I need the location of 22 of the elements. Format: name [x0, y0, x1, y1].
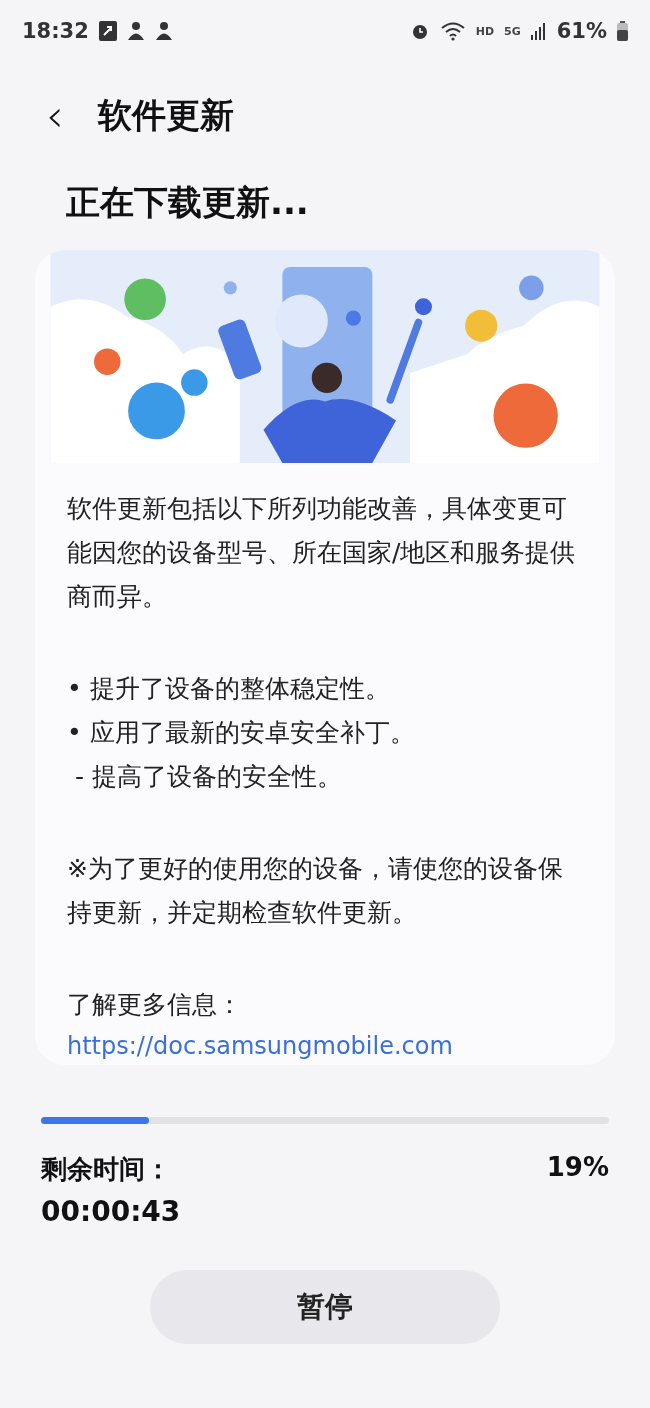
- network-label: HD: [475, 24, 495, 38]
- release-notes-text: 了解更多信息：: [67, 989, 243, 1021]
- release-notes-text: • 提升了设备的整体稳定性。 • 应用了最新的安卓安全补丁。 - 提高了设备的安全性。: [67, 673, 416, 793]
- remaining-label: 剩余时间：: [41, 1153, 171, 1186]
- network-label: 5G: [504, 24, 521, 38]
- status-time: 18:32: [22, 19, 89, 43]
- wifi-icon: [439, 21, 466, 41]
- battery-percent: 61%: [556, 19, 607, 43]
- back-button[interactable]: ‹: [40, 94, 70, 138]
- person-icon: [126, 21, 145, 41]
- battery-icon: [617, 21, 628, 41]
- remaining-time: 00:00:43: [40, 1194, 182, 1228]
- person-icon: [154, 21, 173, 41]
- release-notes-text: ※为了更好的使用您的设备，请使您的设备保持更新，并定期检查软件更新。: [67, 853, 564, 929]
- notification-icon: [98, 21, 117, 41]
- progress-percent: 19%: [546, 1152, 609, 1184]
- page-title: 软件更新: [97, 94, 234, 137]
- info-link[interactable]: https://doc.samsungmobile.com: [67, 1027, 585, 1065]
- pause-button[interactable]: 暂停: [150, 1270, 500, 1344]
- release-notes-text: 软件更新包括以下所列功能改善，具体变更可能因您的设备型号、所在国家/地区和服务提供商而异。: [67, 493, 577, 613]
- download-heading: 正在下载更新...: [65, 181, 310, 224]
- signal-icon: [530, 22, 547, 40]
